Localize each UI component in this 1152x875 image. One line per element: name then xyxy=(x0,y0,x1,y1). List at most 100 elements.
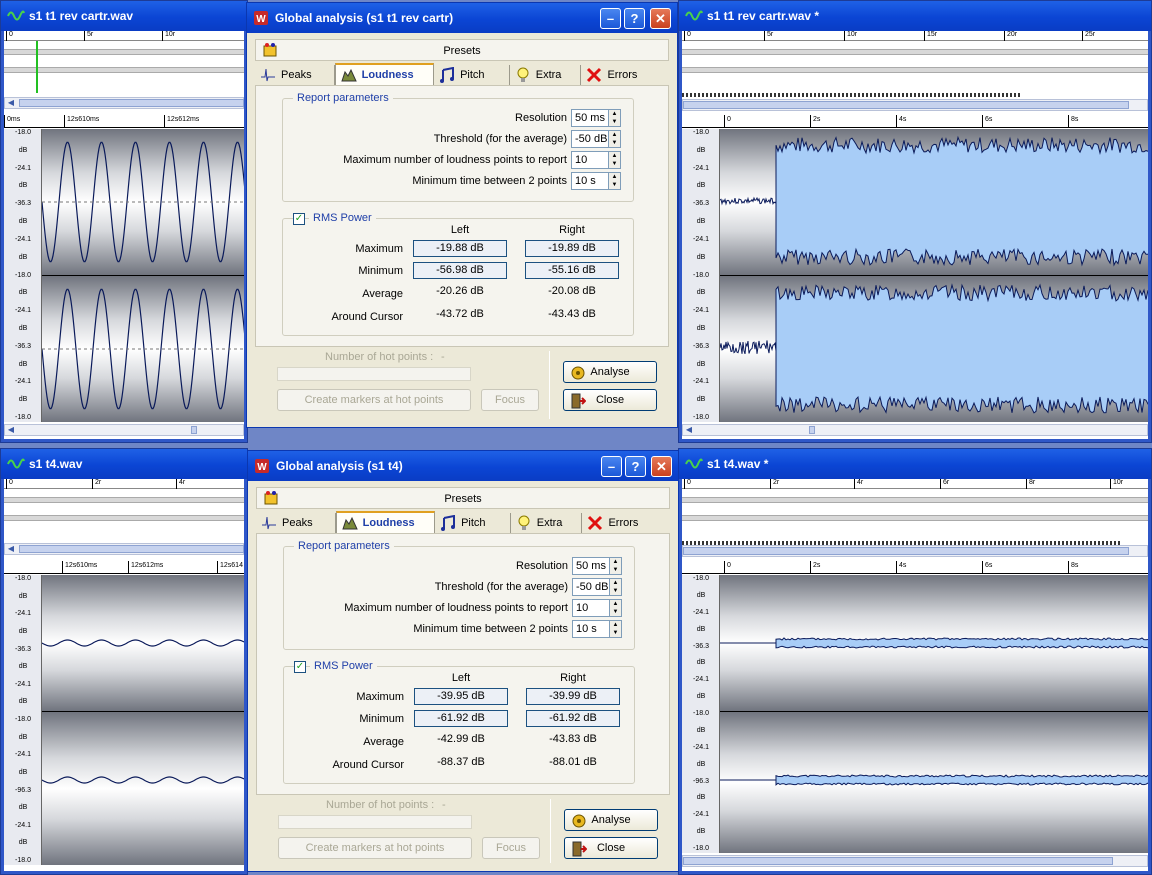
overview-scrollbar[interactable] xyxy=(682,545,1148,557)
scroll-left-icon[interactable]: ◀ xyxy=(683,425,695,435)
analyse-button[interactable]: Analyse xyxy=(564,809,658,831)
create-markers-button[interactable]: Create markers at hot points xyxy=(278,837,472,859)
resolution-spinner[interactable]: 50 ms ▲ ▼ xyxy=(571,109,621,127)
overview-strip[interactable] xyxy=(4,515,244,521)
db-scale-label: dB xyxy=(18,361,28,368)
tab-loudness[interactable]: Loudness xyxy=(335,511,436,533)
resolution-spinner[interactable]: 50 ms ▲ ▼ xyxy=(572,557,622,575)
overview-scrollbar[interactable]: ◀ xyxy=(4,543,244,555)
scroll-thumb[interactable] xyxy=(19,545,244,553)
spin-arrows-icon[interactable]: ▲ ▼ xyxy=(608,173,620,189)
overview-strip[interactable] xyxy=(4,49,244,55)
tab-peaks[interactable]: Peaks xyxy=(256,513,336,533)
spin-arrows-icon[interactable]: ▲ ▼ xyxy=(608,131,620,147)
window-titlebar[interactable]: s1 t1 rev cartr.wav xyxy=(1,1,247,31)
scroll-left-icon[interactable]: ◀ xyxy=(5,544,17,554)
waveform-plot[interactable] xyxy=(720,129,1148,422)
db-scale-label: -18.0 xyxy=(15,129,31,136)
presets-bar[interactable]: Presets xyxy=(255,39,669,61)
waveform-area[interactable]: -18.0 dB -24.1 dB -36.3 dB -24.1 dB -18.0 dB -24.1… xyxy=(682,129,1148,422)
dialog-titlebar[interactable]: W Global analysis (s1 t1 rev cartr) – ? … xyxy=(247,3,677,33)
scroll-thumb[interactable] xyxy=(683,547,1129,555)
time-ruler[interactable]: 12s610ms 12s612ms 12s614 xyxy=(4,561,244,574)
waveform-plot[interactable] xyxy=(42,575,244,865)
scroll-left-icon[interactable]: ◀ xyxy=(5,98,17,108)
help-button[interactable]: ? xyxy=(624,8,645,29)
threshold-spinner[interactable]: -50 dB ▲ ▼ xyxy=(571,130,621,148)
horizontal-scrollbar[interactable] xyxy=(682,855,1148,867)
spin-arrows-icon[interactable]: ▲ ▼ xyxy=(609,579,621,595)
horizontal-scrollbar[interactable]: ◀ xyxy=(4,424,244,436)
tab-extra[interactable]: Extra xyxy=(511,513,583,533)
rms-power-checkbox[interactable]: ✓ xyxy=(293,213,305,225)
create-markers-button[interactable]: Create markers at hot points xyxy=(277,389,471,411)
scroll-thumb[interactable] xyxy=(683,857,1113,865)
waveform-plot[interactable] xyxy=(720,575,1148,853)
overview-strip[interactable] xyxy=(682,497,1148,503)
scroll-thumb[interactable] xyxy=(19,99,244,107)
tab-pitch[interactable]: Pitch xyxy=(435,513,511,533)
tab-peaks[interactable]: Peaks xyxy=(255,65,335,85)
spin-arrows-icon[interactable]: ▲ ▼ xyxy=(608,152,620,168)
analyse-button[interactable]: Analyse xyxy=(563,361,657,383)
spin-arrows-icon[interactable]: ▲ ▼ xyxy=(608,110,620,126)
scroll-thumb[interactable] xyxy=(191,426,197,434)
close-window-button[interactable]: ✕ xyxy=(650,8,671,29)
horizontal-scrollbar[interactable]: ◀ xyxy=(682,424,1148,436)
overview-scrollbar[interactable] xyxy=(682,99,1148,111)
max-points-spinner[interactable]: 10 ▲ ▼ xyxy=(572,599,622,617)
window-titlebar[interactable]: s1 t1 rev cartr.wav * xyxy=(679,1,1151,31)
waveform-area[interactable]: -18.0 dB -24.1 dB -36.3 dB -24.1 dB -18.0 dB -24.1… xyxy=(4,129,244,422)
time-ruler[interactable]: 0 2s 4s 6s 8s xyxy=(682,115,1148,128)
window-titlebar[interactable]: s1 t4.wav * xyxy=(679,449,1151,479)
threshold-spinner[interactable]: -50 dB ▲ ▼ xyxy=(572,578,622,596)
focus-button[interactable]: Focus xyxy=(482,837,540,859)
presets-bar[interactable]: Presets xyxy=(256,487,670,509)
tab-pitch[interactable]: Pitch xyxy=(434,65,510,85)
row-label: Minimum xyxy=(358,265,403,277)
scroll-thumb[interactable] xyxy=(809,426,815,434)
field-label: Resolution xyxy=(515,112,567,124)
minimize-button[interactable]: – xyxy=(601,456,622,477)
overview-strip[interactable] xyxy=(682,515,1148,521)
time-tick: 12s610ms xyxy=(64,115,99,128)
wave-icon xyxy=(685,10,703,21)
rms-power-checkbox[interactable]: ✓ xyxy=(294,661,306,673)
close-window-button[interactable]: ✕ xyxy=(651,456,672,477)
overview-strip[interactable] xyxy=(4,67,244,73)
overview-strip[interactable] xyxy=(4,497,244,503)
spin-arrows-icon[interactable]: ▲ ▼ xyxy=(609,621,621,637)
spin-arrows-icon[interactable]: ▲ ▼ xyxy=(609,600,621,616)
tab-errors[interactable]: Errors xyxy=(581,65,669,85)
window-titlebar[interactable]: s1 t4.wav xyxy=(1,449,247,479)
overview-scrollbar[interactable]: ◀ xyxy=(4,97,244,109)
dialog-titlebar[interactable]: W Global analysis (s1 t4) – ? ✕ xyxy=(248,451,678,481)
cursor-marker[interactable] xyxy=(36,41,38,93)
time-ruler[interactable]: 0ms 12s610ms 12s612ms xyxy=(4,115,244,128)
scroll-left-icon[interactable]: ◀ xyxy=(5,425,17,435)
help-button[interactable]: ? xyxy=(625,456,646,477)
time-ruler[interactable]: 0 2s 4s 6s 8s xyxy=(682,561,1148,574)
tab-loudness[interactable]: Loudness xyxy=(334,63,435,85)
overview-strip[interactable] xyxy=(682,67,1148,73)
hot-points-slider[interactable] xyxy=(278,815,472,829)
min-time-spinner[interactable]: 10 s ▲ ▼ xyxy=(571,172,621,190)
tab-errors[interactable]: Errors xyxy=(582,513,670,533)
minimize-button[interactable]: – xyxy=(600,8,621,29)
close-button[interactable]: Close xyxy=(564,837,658,859)
spin-arrows-icon[interactable]: ▲ ▼ xyxy=(609,558,621,574)
hot-points-slider[interactable] xyxy=(277,367,471,381)
scroll-thumb[interactable] xyxy=(683,101,1129,109)
max-points-spinner[interactable]: 10 ▲ ▼ xyxy=(571,151,621,169)
tab-label: Pitch xyxy=(461,517,486,529)
min-time-spinner[interactable]: 10 s ▲ ▼ xyxy=(572,620,622,638)
db-scale-label: dB xyxy=(696,254,706,261)
focus-button[interactable]: Focus xyxy=(481,389,539,411)
tab-extra[interactable]: Extra xyxy=(510,65,582,85)
waveform-plot[interactable] xyxy=(42,129,244,422)
field-value: 10 xyxy=(576,602,589,614)
waveform-area[interactable]: -18.0 dB -24.1 dB -36.3 dB -24.1 dB -18.0 dB -24.1… xyxy=(4,575,244,865)
overview-strip[interactable] xyxy=(682,49,1148,55)
close-button[interactable]: Close xyxy=(563,389,657,411)
waveform-area[interactable]: -18.0 dB -24.1 dB -36.3 dB -24.1 dB -18.0 dB -24.1… xyxy=(682,575,1148,853)
